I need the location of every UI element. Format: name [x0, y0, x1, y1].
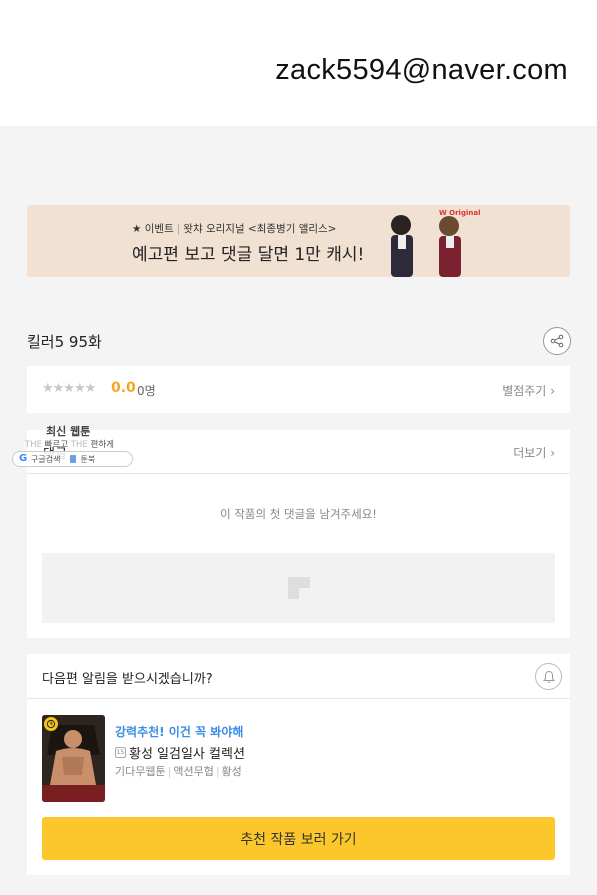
chevron-right-icon: › — [550, 384, 555, 398]
star-icon: ★ — [132, 223, 142, 235]
recommendation-meta: 기다무웹툰 | 액션무협 | 황성 — [115, 765, 242, 778]
share-icon — [550, 334, 564, 348]
banner-subtitle: ★ 이벤트 | 왓챠 오리지널 <최종병기 앨리스> — [132, 221, 337, 236]
recommendation-tag: 강력추천! 이건 꼭 봐야해 — [115, 725, 244, 739]
empty-comments-text: 이 작품의 첫 댓글을 남겨주세요! — [220, 507, 377, 521]
rate-label: 별점주기 — [502, 384, 547, 398]
rate-button[interactable]: 별점주기 › — [502, 382, 555, 399]
overlay-search-pill[interactable]: G 구글검색 툰북 — [12, 451, 133, 467]
overlay-title: 최신 웹툰 — [46, 425, 91, 438]
overlay-tagline: THE 빠르고 THE 편하게 — [25, 440, 114, 450]
banner-event-label: 이벤트 — [144, 223, 174, 235]
share-button[interactable] — [543, 327, 571, 355]
notification-question: 다음편 알림을 받으시겠습니까? — [42, 672, 213, 687]
more-label: 더보기 — [513, 446, 547, 460]
clock-badge-icon — [44, 717, 58, 731]
banner-main-text: 예고편 보고 댓글 달면 1만 캐시! — [132, 245, 365, 265]
user-email: zack5594@naver.com — [275, 54, 568, 86]
banner-sub-text: 왓챠 오리지널 <최종병기 앨리스> — [183, 223, 337, 235]
rating-card: ★★★★★ 0.0 0명 별점주기 › — [27, 366, 570, 413]
recommendation-title[interactable]: 15 황성 일검일사 컬렉션 — [115, 743, 245, 762]
banner-separator: | — [176, 223, 181, 235]
more-comments-button[interactable]: 더보기 › — [513, 444, 555, 461]
view-recommendation-button[interactable]: 추천 작품 보러 가기 — [42, 817, 555, 860]
banner-characters-image — [391, 215, 461, 277]
toonbook-label: 툰북 — [80, 454, 96, 464]
event-banner[interactable]: ★ 이벤트 | 왓챠 오리지널 <최종병기 앨리스> 예고편 보고 댓글 달면 1만… — [27, 205, 570, 277]
recommendation-thumbnail[interactable] — [42, 715, 105, 802]
google-icon: G — [19, 453, 28, 464]
episode-title: 킬러5 95화 — [27, 333, 102, 351]
rating-score: 0.0 — [111, 380, 136, 396]
notification-card: 다음편 알림을 받으시겠습니까? 강력추천! 이건 꼭 봐야해 15 황성 일검… — [27, 654, 570, 875]
google-search-label: 구글검색 — [31, 454, 61, 464]
notification-header: 다음편 알림을 받으시겠습니까? — [27, 654, 570, 699]
banner-logo: W Original — [439, 209, 481, 217]
bell-icon — [542, 670, 555, 683]
rating-stars: ★★★★★ — [42, 381, 96, 396]
recommendation-title-text: 황성 일검일사 컬렉션 — [129, 747, 245, 762]
top-header: zack5594@naver.com — [0, 0, 597, 126]
ad-placeholder — [42, 553, 555, 623]
rating-count: 0명 — [137, 384, 156, 398]
age-rating-badge: 15 — [115, 747, 126, 758]
placeholder-logo-icon — [287, 577, 310, 599]
browser-overlay-widget[interactable]: 최신 웹툰 THE 빠르고 THE 편하게 G 구글검색 툰북 — [11, 421, 136, 471]
notification-bell-button[interactable] — [535, 663, 562, 690]
book-icon — [70, 455, 77, 463]
chevron-right-icon: › — [550, 446, 555, 460]
